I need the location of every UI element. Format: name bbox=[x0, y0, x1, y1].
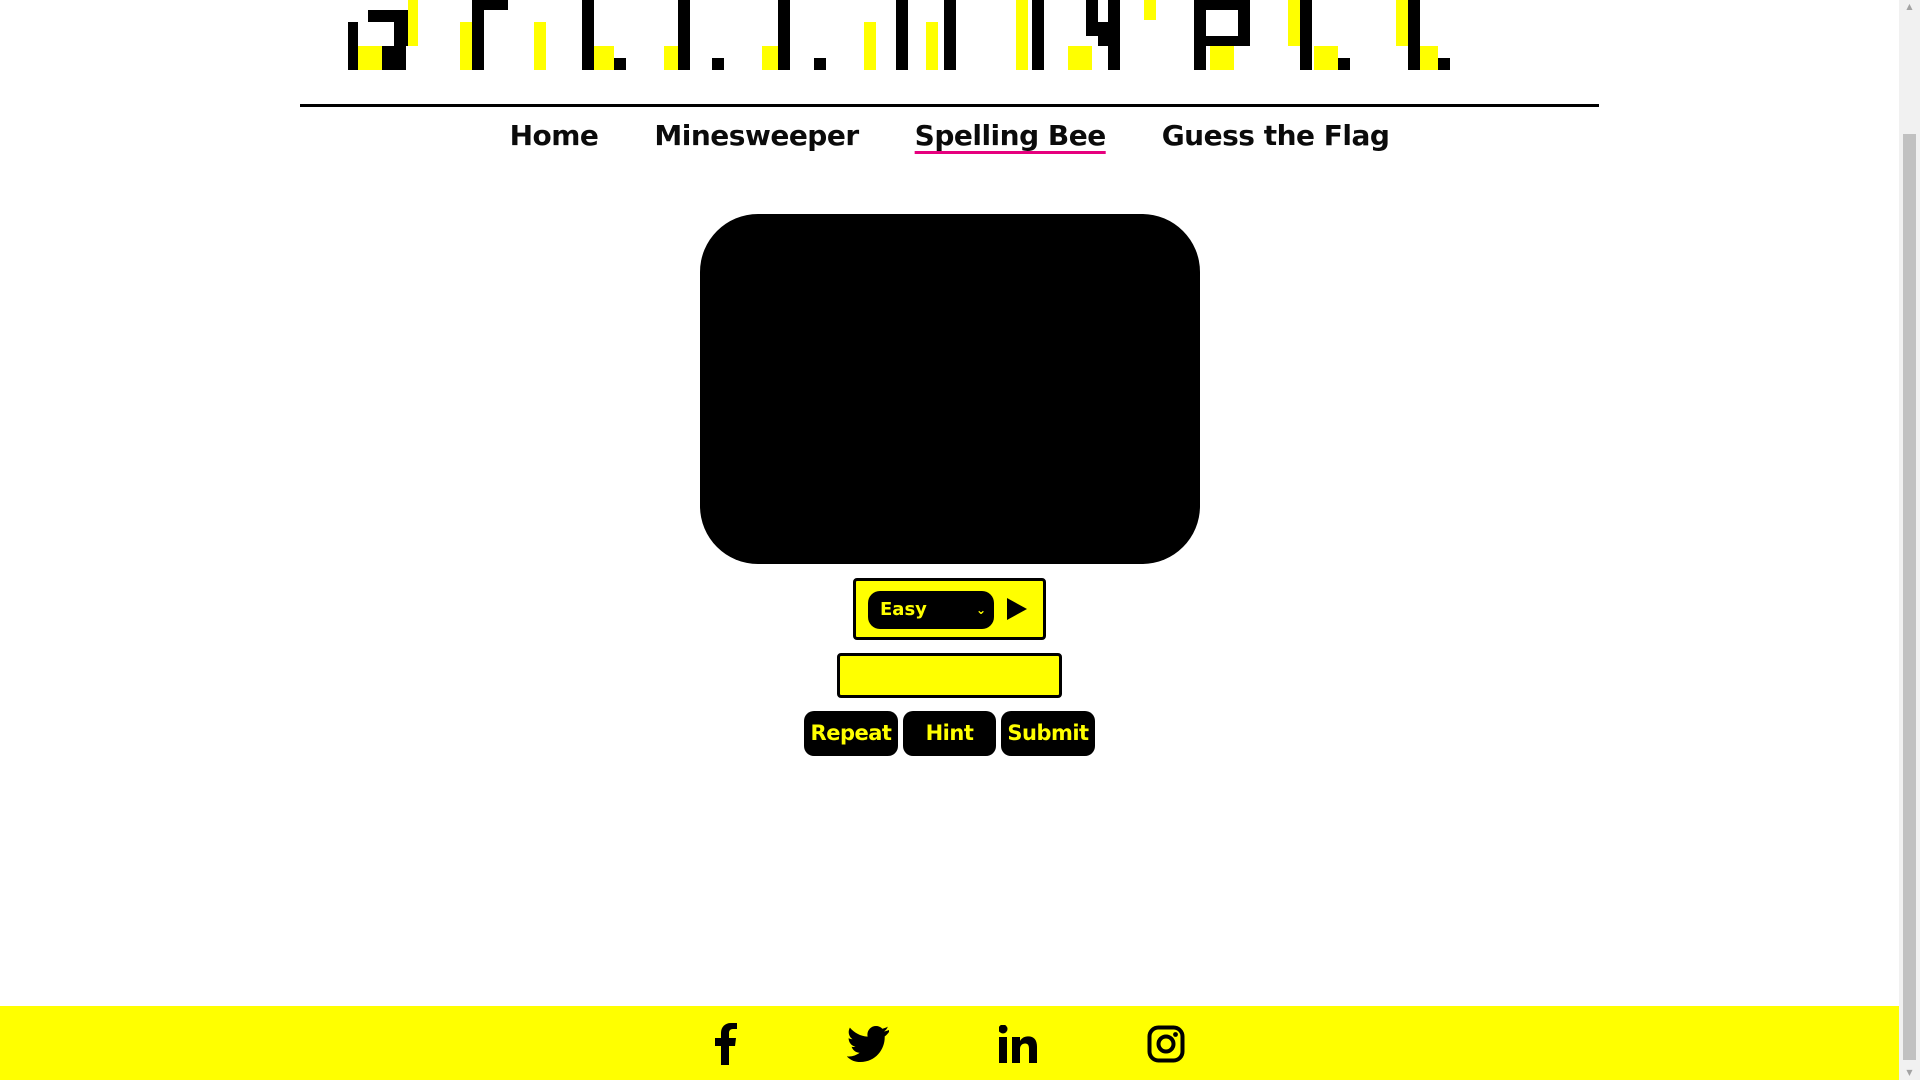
submit-button[interactable]: Submit bbox=[1001, 711, 1095, 756]
facebook-icon[interactable] bbox=[703, 1022, 747, 1066]
answer-input[interactable] bbox=[837, 653, 1062, 698]
chevron-down-icon: ⌄ bbox=[975, 603, 986, 617]
linkedin-icon[interactable] bbox=[996, 1022, 1040, 1066]
site-footer bbox=[0, 1006, 1899, 1080]
page-scrollbar[interactable]: ▲ ▼ bbox=[1899, 0, 1920, 1080]
action-buttons: Repeat Hint Submit bbox=[804, 711, 1095, 756]
scroll-up-arrow-icon[interactable]: ▲ bbox=[1899, 0, 1920, 14]
play-icon[interactable] bbox=[1007, 598, 1027, 620]
nav-link-spelling-bee[interactable]: Spelling Bee bbox=[915, 116, 1107, 156]
difficulty-control-box: Easy ⌄ bbox=[853, 578, 1046, 640]
site-title-logo bbox=[348, 0, 1553, 72]
repeat-button[interactable]: Repeat bbox=[804, 711, 898, 756]
main-nav: Home Minesweeper Spelling Bee Guess the … bbox=[0, 116, 1899, 156]
difficulty-selected-value: Easy bbox=[880, 599, 927, 620]
twitter-icon[interactable] bbox=[846, 1022, 890, 1066]
hint-button[interactable]: Hint bbox=[903, 711, 996, 756]
difficulty-select[interactable]: Easy ⌄ bbox=[868, 591, 994, 629]
game-display-screen bbox=[700, 214, 1200, 564]
nav-link-home[interactable]: Home bbox=[510, 116, 599, 156]
scrollbar-thumb[interactable] bbox=[1903, 134, 1916, 1060]
nav-link-minesweeper[interactable]: Minesweeper bbox=[654, 116, 859, 156]
instagram-icon[interactable] bbox=[1144, 1022, 1188, 1066]
header-divider bbox=[300, 104, 1599, 107]
scroll-down-arrow-icon[interactable]: ▼ bbox=[1899, 1066, 1920, 1080]
nav-link-guess-the-flag[interactable]: Guess the Flag bbox=[1162, 116, 1390, 156]
pixel-title-graphic bbox=[348, 0, 1450, 70]
